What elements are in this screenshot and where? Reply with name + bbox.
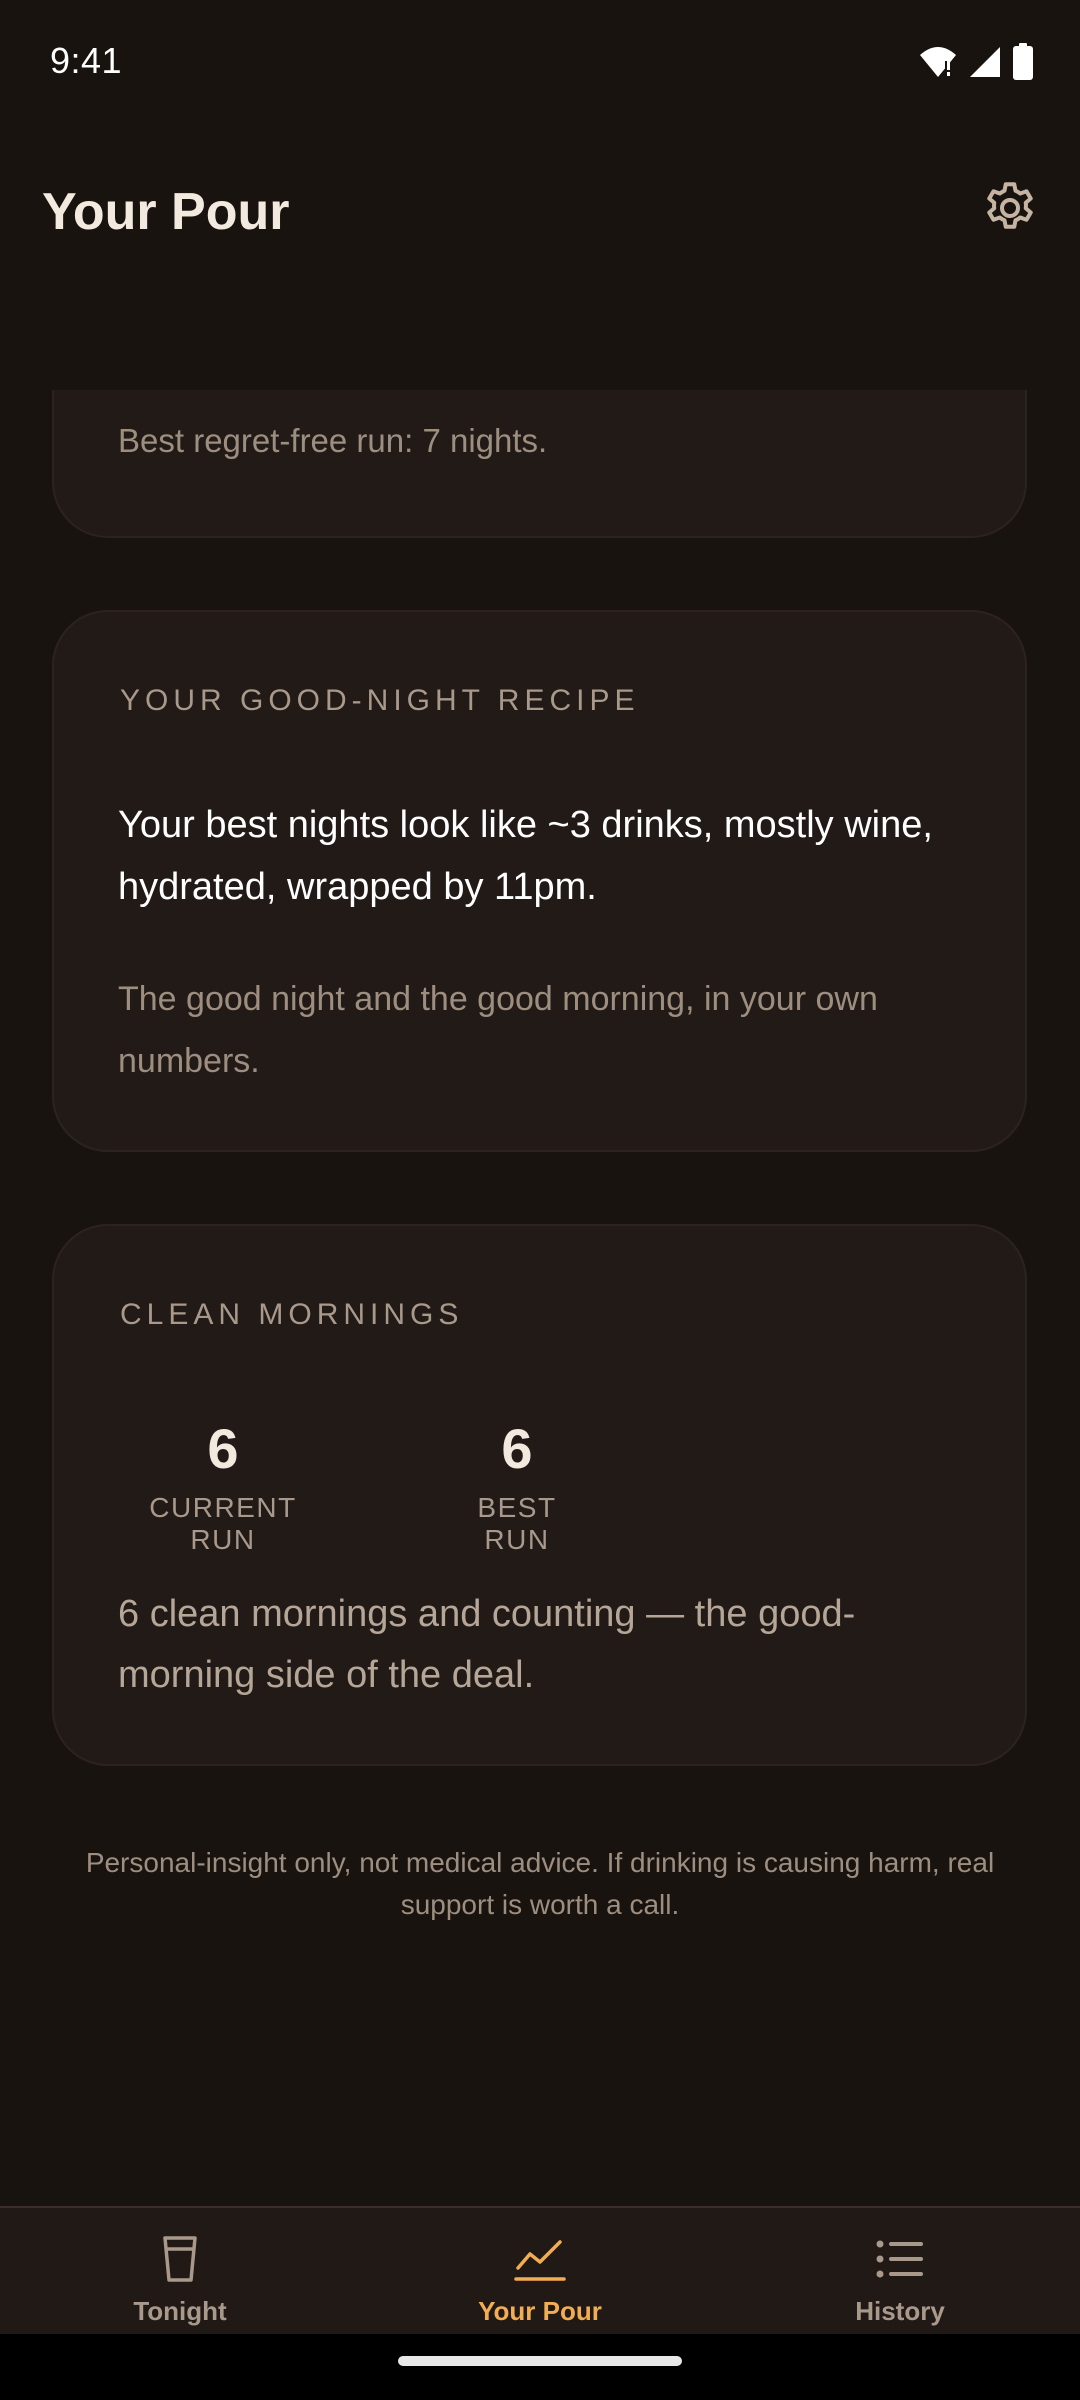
recipe-subtext: The good night and the good morning, in … xyxy=(118,980,878,1080)
signal-icon xyxy=(968,45,1002,84)
recipe-card-label: YOUR GOOD-NIGHT RECIPE xyxy=(120,684,640,717)
good-night-recipe-card: YOUR GOOD-NIGHT RECIPE Your best nights … xyxy=(52,610,1027,1152)
nav-label-tonight: Tonight xyxy=(133,2296,227,2326)
page-title: Your Pour xyxy=(42,183,290,241)
disclaimer: Personal-insight only, not medical advic… xyxy=(85,1847,995,1920)
current-run-value: 6 xyxy=(207,1417,239,1480)
settings-button[interactable] xyxy=(974,174,1046,246)
status-time: 9:41 xyxy=(50,40,123,81)
nav-item-history[interactable]: History xyxy=(720,2208,1080,2336)
current-run-label: CURRENT RUN xyxy=(149,1492,297,1555)
battery-icon xyxy=(1012,42,1034,86)
recipe-headline: Your best nights look like ~3 drinks, mo… xyxy=(118,804,933,908)
regret-free-run-text: Best regret-free run: 7 nights. xyxy=(118,422,548,459)
regret-free-run-card: Best regret-free run: 7 nights. xyxy=(52,390,1027,538)
mornings-card-label: CLEAN MORNINGS xyxy=(120,1298,464,1331)
wifi-icon xyxy=(918,45,958,84)
best-run-label: BEST RUN xyxy=(477,1492,557,1555)
best-run-value: 6 xyxy=(501,1417,533,1480)
mornings-summary: 6 clean mornings and counting — the good… xyxy=(118,1593,856,1696)
bottom-nav: Tonight Your Pour History xyxy=(0,2206,1080,2336)
status-icons xyxy=(918,42,1034,86)
clean-mornings-card: CLEAN MORNINGS 6 CURRENT RUN 6 BEST RUN … xyxy=(52,1224,1027,1766)
trend-chart-icon xyxy=(514,2232,566,2286)
nav-label-history: History xyxy=(855,2296,945,2326)
current-run-stat: 6 CURRENT RUN xyxy=(120,1414,326,1556)
list-icon xyxy=(876,2232,924,2286)
nav-item-your-pour[interactable]: Your Pour xyxy=(360,2208,720,2336)
system-gesture-area xyxy=(0,2334,1080,2400)
status-bar: 9:41 xyxy=(0,0,1080,128)
home-gesture-handle[interactable] xyxy=(398,2356,682,2366)
gear-icon xyxy=(980,178,1040,243)
glass-icon xyxy=(160,2232,200,2286)
nav-label-your-pour: Your Pour xyxy=(478,2296,602,2326)
app-bar: Your Pour xyxy=(0,150,1080,274)
nav-item-tonight[interactable]: Tonight xyxy=(0,2208,360,2336)
best-run-stat: 6 BEST RUN xyxy=(442,1414,592,1556)
